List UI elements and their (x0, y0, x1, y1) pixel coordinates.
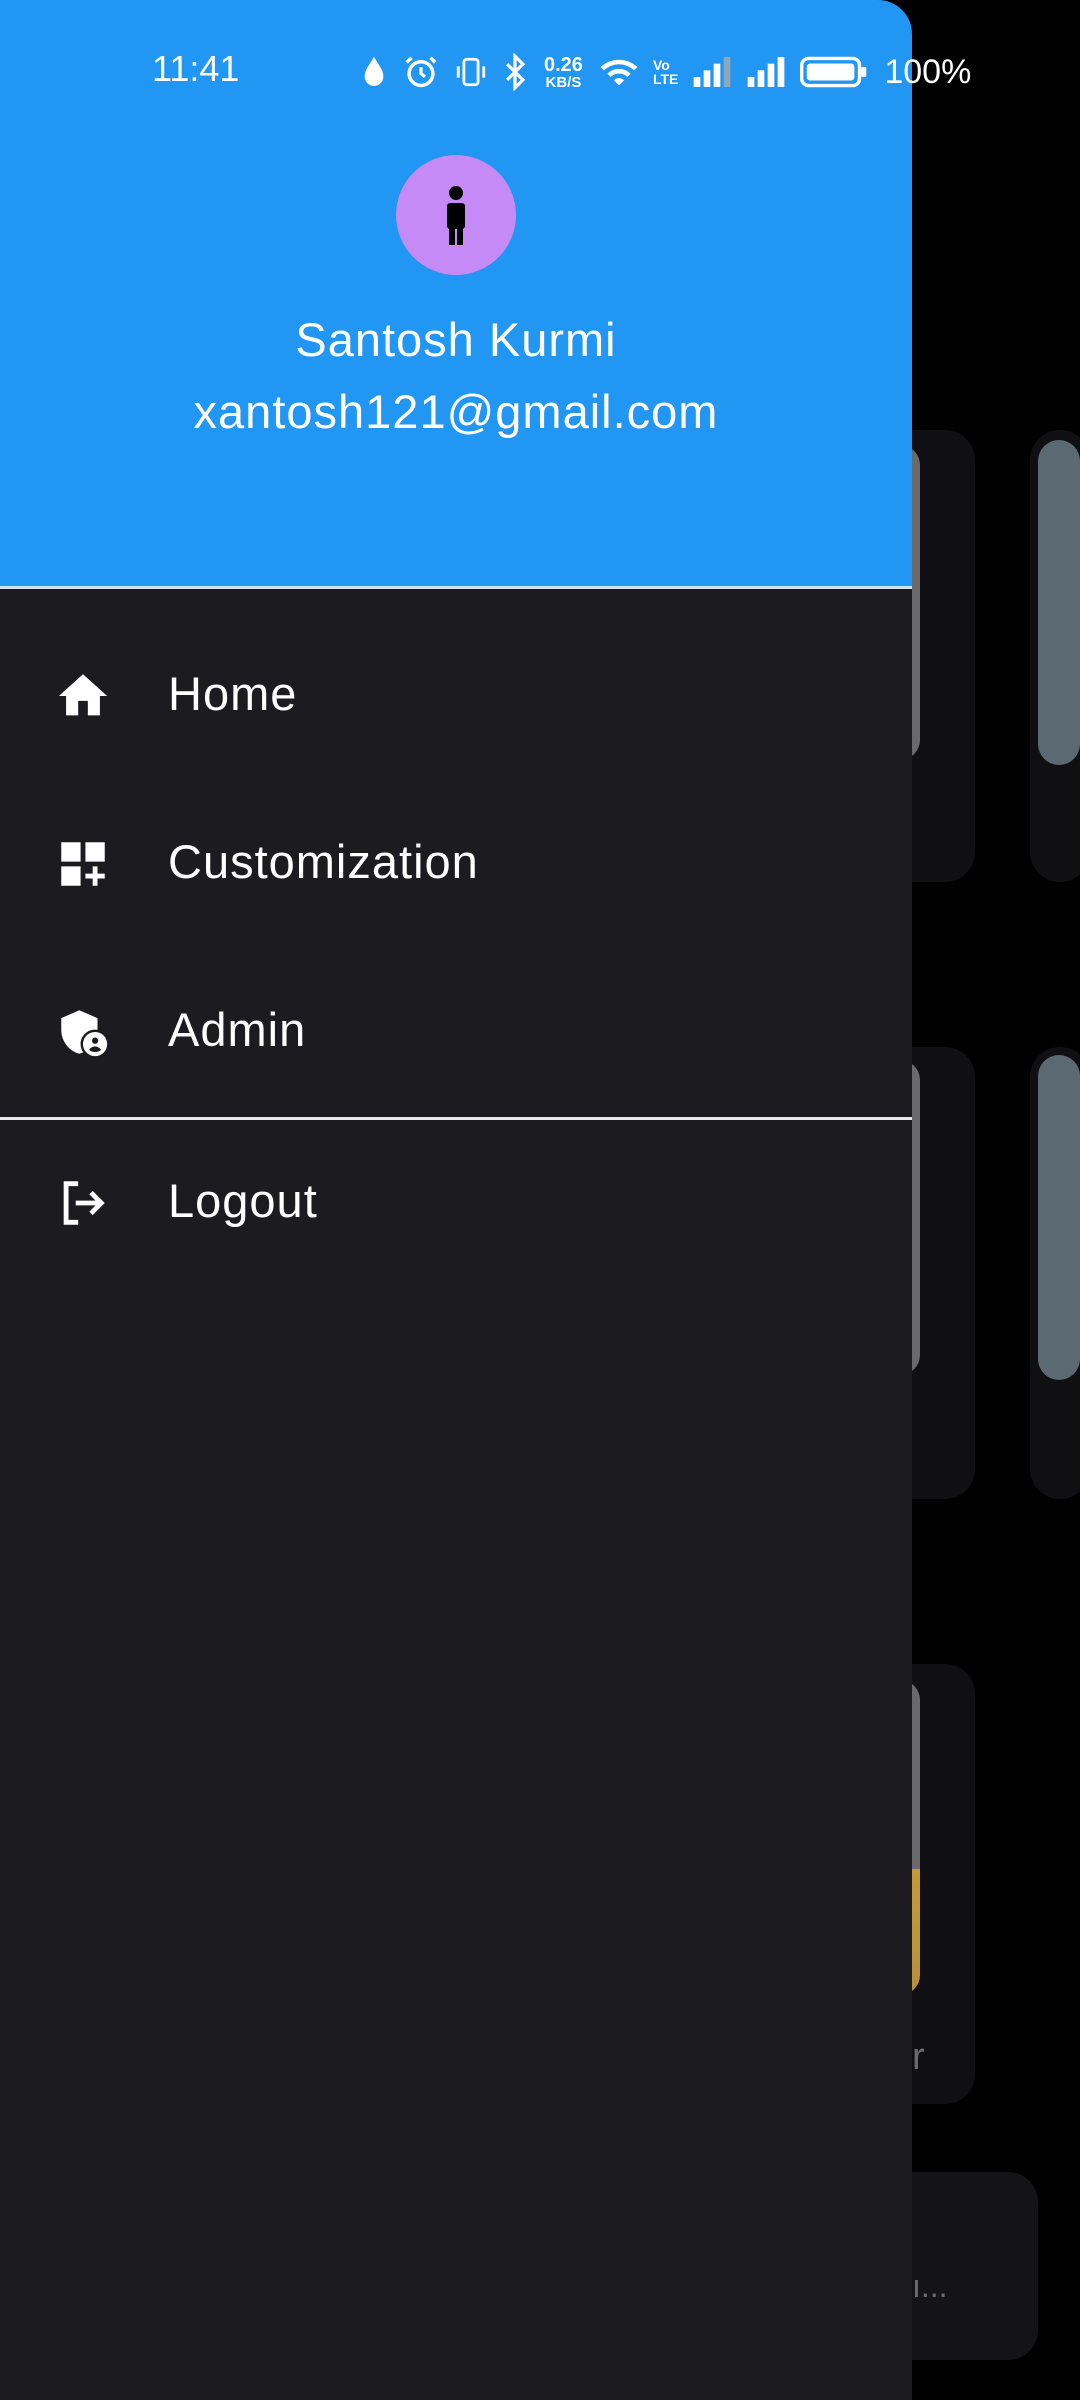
bg-bottom-text: ı... (912, 2268, 948, 2304)
battery-icon (800, 56, 867, 88)
bg-card-text: r (912, 2036, 925, 2078)
signal-icon-2 (748, 57, 785, 87)
navigation-drawer: Santosh Kurmi xantosh121@gmail.com Home … (0, 0, 912, 2400)
admin-shield-icon (61, 1010, 108, 1057)
header-divider (0, 586, 912, 589)
bluetooth-icon (505, 53, 526, 91)
wifi-icon (600, 59, 638, 86)
menu-item-label: Customization (168, 835, 479, 888)
person-icon (447, 186, 465, 245)
net-speed-unit: KB/S (545, 73, 582, 91)
menu-item-label: Admin (168, 1003, 307, 1056)
menu-item-admin[interactable]: Admin (0, 956, 912, 1106)
user-email: xantosh121@gmail.com (193, 385, 719, 438)
status-icons: 0.26 KB/S Vo LTE 100% (360, 50, 971, 94)
volte-top: Vo (652, 57, 670, 73)
battery-percent: 100% (884, 52, 972, 91)
bg-card-image (1038, 440, 1080, 765)
volte-indicator: Vo LTE (653, 58, 678, 86)
net-speed: 0.26 KB/S (544, 55, 583, 90)
home-icon (58, 674, 108, 716)
user-name: Santosh Kurmi (295, 313, 617, 366)
logout-label: Logout (168, 1174, 318, 1227)
logout-icon (63, 1181, 105, 1225)
vibrate-icon (456, 57, 486, 87)
volte-bottom: LTE (652, 71, 679, 87)
avatar[interactable] (396, 155, 516, 275)
alarm-icon (405, 56, 437, 88)
menu-divider (0, 1117, 912, 1120)
signal-icon-1 (694, 57, 731, 87)
menu-item-home[interactable]: Home (0, 620, 912, 770)
water-drop-icon (364, 56, 384, 86)
menu-item-label: Home (168, 667, 298, 720)
dashboard-customize-icon (61, 842, 105, 886)
net-speed-value: 0.26 (544, 53, 583, 76)
bg-card-image (1038, 1055, 1080, 1380)
menu-item-customization[interactable]: Customization (0, 788, 912, 938)
menu-item-logout[interactable]: Logout (0, 1127, 912, 1277)
status-time: 11:41 (152, 48, 240, 89)
status-bar: 11:41 0.26 KB/S Vo LTE 100% (0, 0, 1080, 145)
